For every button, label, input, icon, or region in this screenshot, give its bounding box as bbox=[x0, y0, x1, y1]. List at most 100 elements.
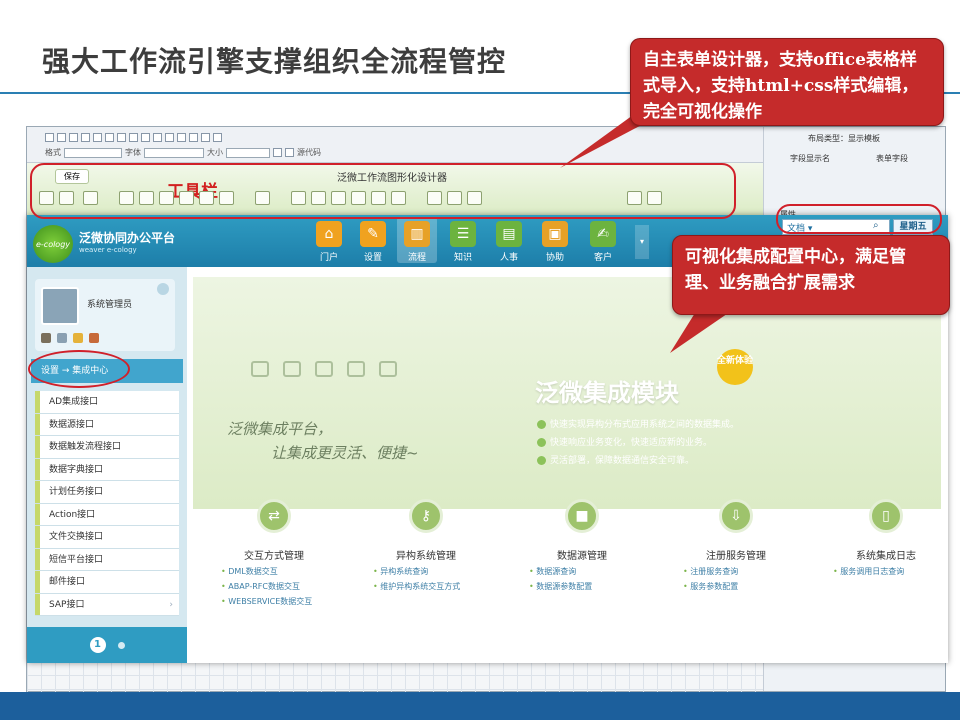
undo-icon[interactable] bbox=[117, 133, 126, 142]
column-exchange: ⇄ 交互方式管理 DML数据交互 ABAP-RFC数据交互 WEBSERVICE… bbox=[221, 499, 371, 607]
image-icon[interactable] bbox=[201, 133, 210, 142]
edit-icon[interactable] bbox=[57, 333, 67, 343]
align-left-icon[interactable] bbox=[165, 133, 174, 142]
log-icon[interactable]: ▯ bbox=[869, 499, 903, 533]
size-select[interactable] bbox=[226, 147, 270, 158]
italic-icon[interactable] bbox=[57, 133, 66, 142]
feature-line: 灵活部署，保障数据通信安全可靠。 bbox=[537, 453, 694, 466]
nav-customer[interactable]: ✍ 客户 bbox=[583, 221, 623, 263]
copy-icon[interactable] bbox=[93, 133, 102, 142]
menu-item-sap[interactable]: SAP接口 bbox=[35, 593, 179, 616]
cabinet-icon: ☰ bbox=[450, 221, 476, 247]
app-name: 泛微协同办公平台 bbox=[79, 231, 176, 245]
breadcrumb-highlight-ring bbox=[28, 350, 130, 388]
column-log: ▯ 系统集成日志 服务调用日志查询 bbox=[833, 499, 948, 577]
align-right-icon[interactable] bbox=[189, 133, 198, 142]
nav-more-button[interactable]: ▾ bbox=[635, 225, 649, 259]
font-color-icon[interactable] bbox=[273, 148, 282, 157]
menu-item-trigger[interactable]: 数据触发流程接口 bbox=[35, 436, 179, 459]
feature-text: 灵活部署，保障数据通信安全可靠。 bbox=[550, 456, 695, 466]
user-icon[interactable] bbox=[73, 333, 83, 343]
font-label: 字体 bbox=[125, 148, 141, 157]
column-datasource: ■ 数据源管理 数据源查询 数据源参数配置 bbox=[529, 499, 679, 592]
column-link[interactable]: 异构系统查询 bbox=[373, 566, 523, 577]
layout-type-label: 布局类型：显示模板 bbox=[808, 134, 880, 143]
key-icon[interactable]: ⚷ bbox=[409, 499, 443, 533]
menu-item-ad[interactable]: AD集成接口 bbox=[35, 391, 179, 414]
banner-slogan: 泛微集成平台， 让集成更灵活、便捷~ bbox=[227, 417, 419, 465]
underline-icon[interactable] bbox=[69, 133, 78, 142]
nav-settings[interactable]: ✎ 设置 bbox=[353, 221, 393, 263]
nav-knowledge[interactable]: ☰ 知识 bbox=[443, 221, 483, 263]
menu-item-dictionary[interactable]: 数据字典接口 bbox=[35, 458, 179, 481]
avatar[interactable] bbox=[41, 287, 79, 325]
feature-text: 快速实现异构分布式应用系统之间的数据集成。 bbox=[550, 420, 740, 430]
slogan-line-2: 让集成更灵活、便捷~ bbox=[271, 444, 419, 462]
field-display-header: 字段显示名 bbox=[790, 154, 830, 163]
page-dot[interactable] bbox=[117, 641, 125, 649]
nav-portal[interactable]: ⌂ 门户 bbox=[309, 221, 349, 263]
column-title[interactable]: 系统集成日志 bbox=[833, 547, 939, 562]
people-icon: ▤ bbox=[496, 221, 522, 247]
nav-workflow[interactable]: ▥ 流程 bbox=[397, 217, 437, 263]
feature-text: 快速响应业务变化，快速适应新的业务。 bbox=[550, 438, 713, 448]
highlight-icon[interactable] bbox=[285, 148, 294, 157]
paste-icon[interactable] bbox=[105, 133, 114, 142]
column-title[interactable]: 注册服务管理 bbox=[683, 547, 789, 562]
cut-icon[interactable] bbox=[81, 133, 90, 142]
column-link[interactable]: 数据源查询 bbox=[529, 566, 679, 577]
list-icon[interactable] bbox=[153, 133, 162, 142]
column-link[interactable]: 注册服务查询 bbox=[683, 566, 833, 577]
menu-item-datasource[interactable]: 数据源接口 bbox=[35, 413, 179, 436]
nav-label: 知识 bbox=[453, 253, 472, 263]
column-link[interactable]: DML数据交互 bbox=[221, 566, 371, 577]
format-select[interactable] bbox=[64, 147, 122, 158]
source-code-label[interactable]: 源代码 bbox=[297, 147, 321, 158]
nav-label: 客户 bbox=[593, 253, 612, 263]
nav-collab[interactable]: ▣ 协助 bbox=[535, 221, 575, 263]
integration-callout: 可视化集成配置中心，满足管理、业务融合扩展需求 bbox=[672, 235, 950, 315]
home-icon: ⌂ bbox=[316, 221, 342, 247]
column-link[interactable]: 数据源参数配置 bbox=[529, 581, 679, 592]
menu-item-schedule[interactable]: 计划任务接口 bbox=[35, 481, 179, 504]
column-link[interactable]: 服务调用日志查询 bbox=[833, 566, 948, 577]
menu-item-mail[interactable]: 邮件接口 bbox=[35, 571, 179, 594]
table-icon[interactable] bbox=[141, 133, 150, 142]
check-icon bbox=[537, 420, 546, 429]
size-label: 大小 bbox=[207, 148, 223, 157]
slide-title: 强大工作流引擎支撑组织全流程管控 bbox=[42, 45, 507, 78]
column-link[interactable]: ABAP-RFC数据交互 bbox=[221, 581, 371, 592]
org-icon[interactable] bbox=[89, 333, 99, 343]
smiley-icon[interactable] bbox=[213, 133, 222, 142]
align-center-icon[interactable] bbox=[177, 133, 186, 142]
nav-label: 流程 bbox=[407, 253, 426, 263]
download-icon[interactable]: ⇩ bbox=[719, 499, 753, 533]
menu-item-action[interactable]: Action接口 bbox=[35, 503, 179, 526]
integration-content: 泛微集成平台， 让集成更灵活、便捷~ 泛微集成模块 全新体验 快速实现异构分布式… bbox=[193, 277, 941, 657]
menu-item-sms[interactable]: 短信平台接口 bbox=[35, 548, 179, 571]
page-dot-current[interactable]: 1 bbox=[89, 637, 106, 653]
nav-hr[interactable]: ▤ 人事 bbox=[489, 221, 529, 263]
exchange-icon[interactable]: ⇄ bbox=[257, 499, 291, 533]
column-title[interactable]: 异构系统管理 bbox=[373, 547, 479, 562]
download-doodle-icon bbox=[347, 361, 365, 377]
feature-line: 快速实现异构分布式应用系统之间的数据集成。 bbox=[537, 417, 739, 430]
nav-label: 设置 bbox=[363, 253, 382, 263]
column-title[interactable]: 数据源管理 bbox=[529, 547, 635, 562]
user-card: 系统管理员 bbox=[35, 279, 175, 351]
column-title[interactable]: 交互方式管理 bbox=[221, 547, 327, 562]
column-link[interactable]: WEBSERVICE数据交互 bbox=[221, 596, 371, 607]
column-link[interactable]: 维护异构系统交互方式 bbox=[373, 581, 523, 592]
column-registry: ⇩ 注册服务管理 注册服务查询 服务参数配置 bbox=[683, 499, 833, 592]
font-select[interactable] bbox=[144, 147, 204, 158]
redo-icon[interactable] bbox=[129, 133, 138, 142]
toolbar-highlight-ring bbox=[30, 163, 736, 219]
book-icon[interactable] bbox=[41, 333, 51, 343]
user-name[interactable]: 系统管理员 bbox=[87, 297, 132, 310]
column-link[interactable]: 服务参数配置 bbox=[683, 581, 833, 592]
nav-label: 门户 bbox=[319, 253, 338, 263]
menu-item-file-exchange[interactable]: 文件交换接口 bbox=[35, 526, 179, 549]
lock-icon[interactable]: ■ bbox=[565, 499, 599, 533]
bold-icon[interactable] bbox=[45, 133, 54, 142]
refresh-icon[interactable] bbox=[157, 283, 169, 295]
